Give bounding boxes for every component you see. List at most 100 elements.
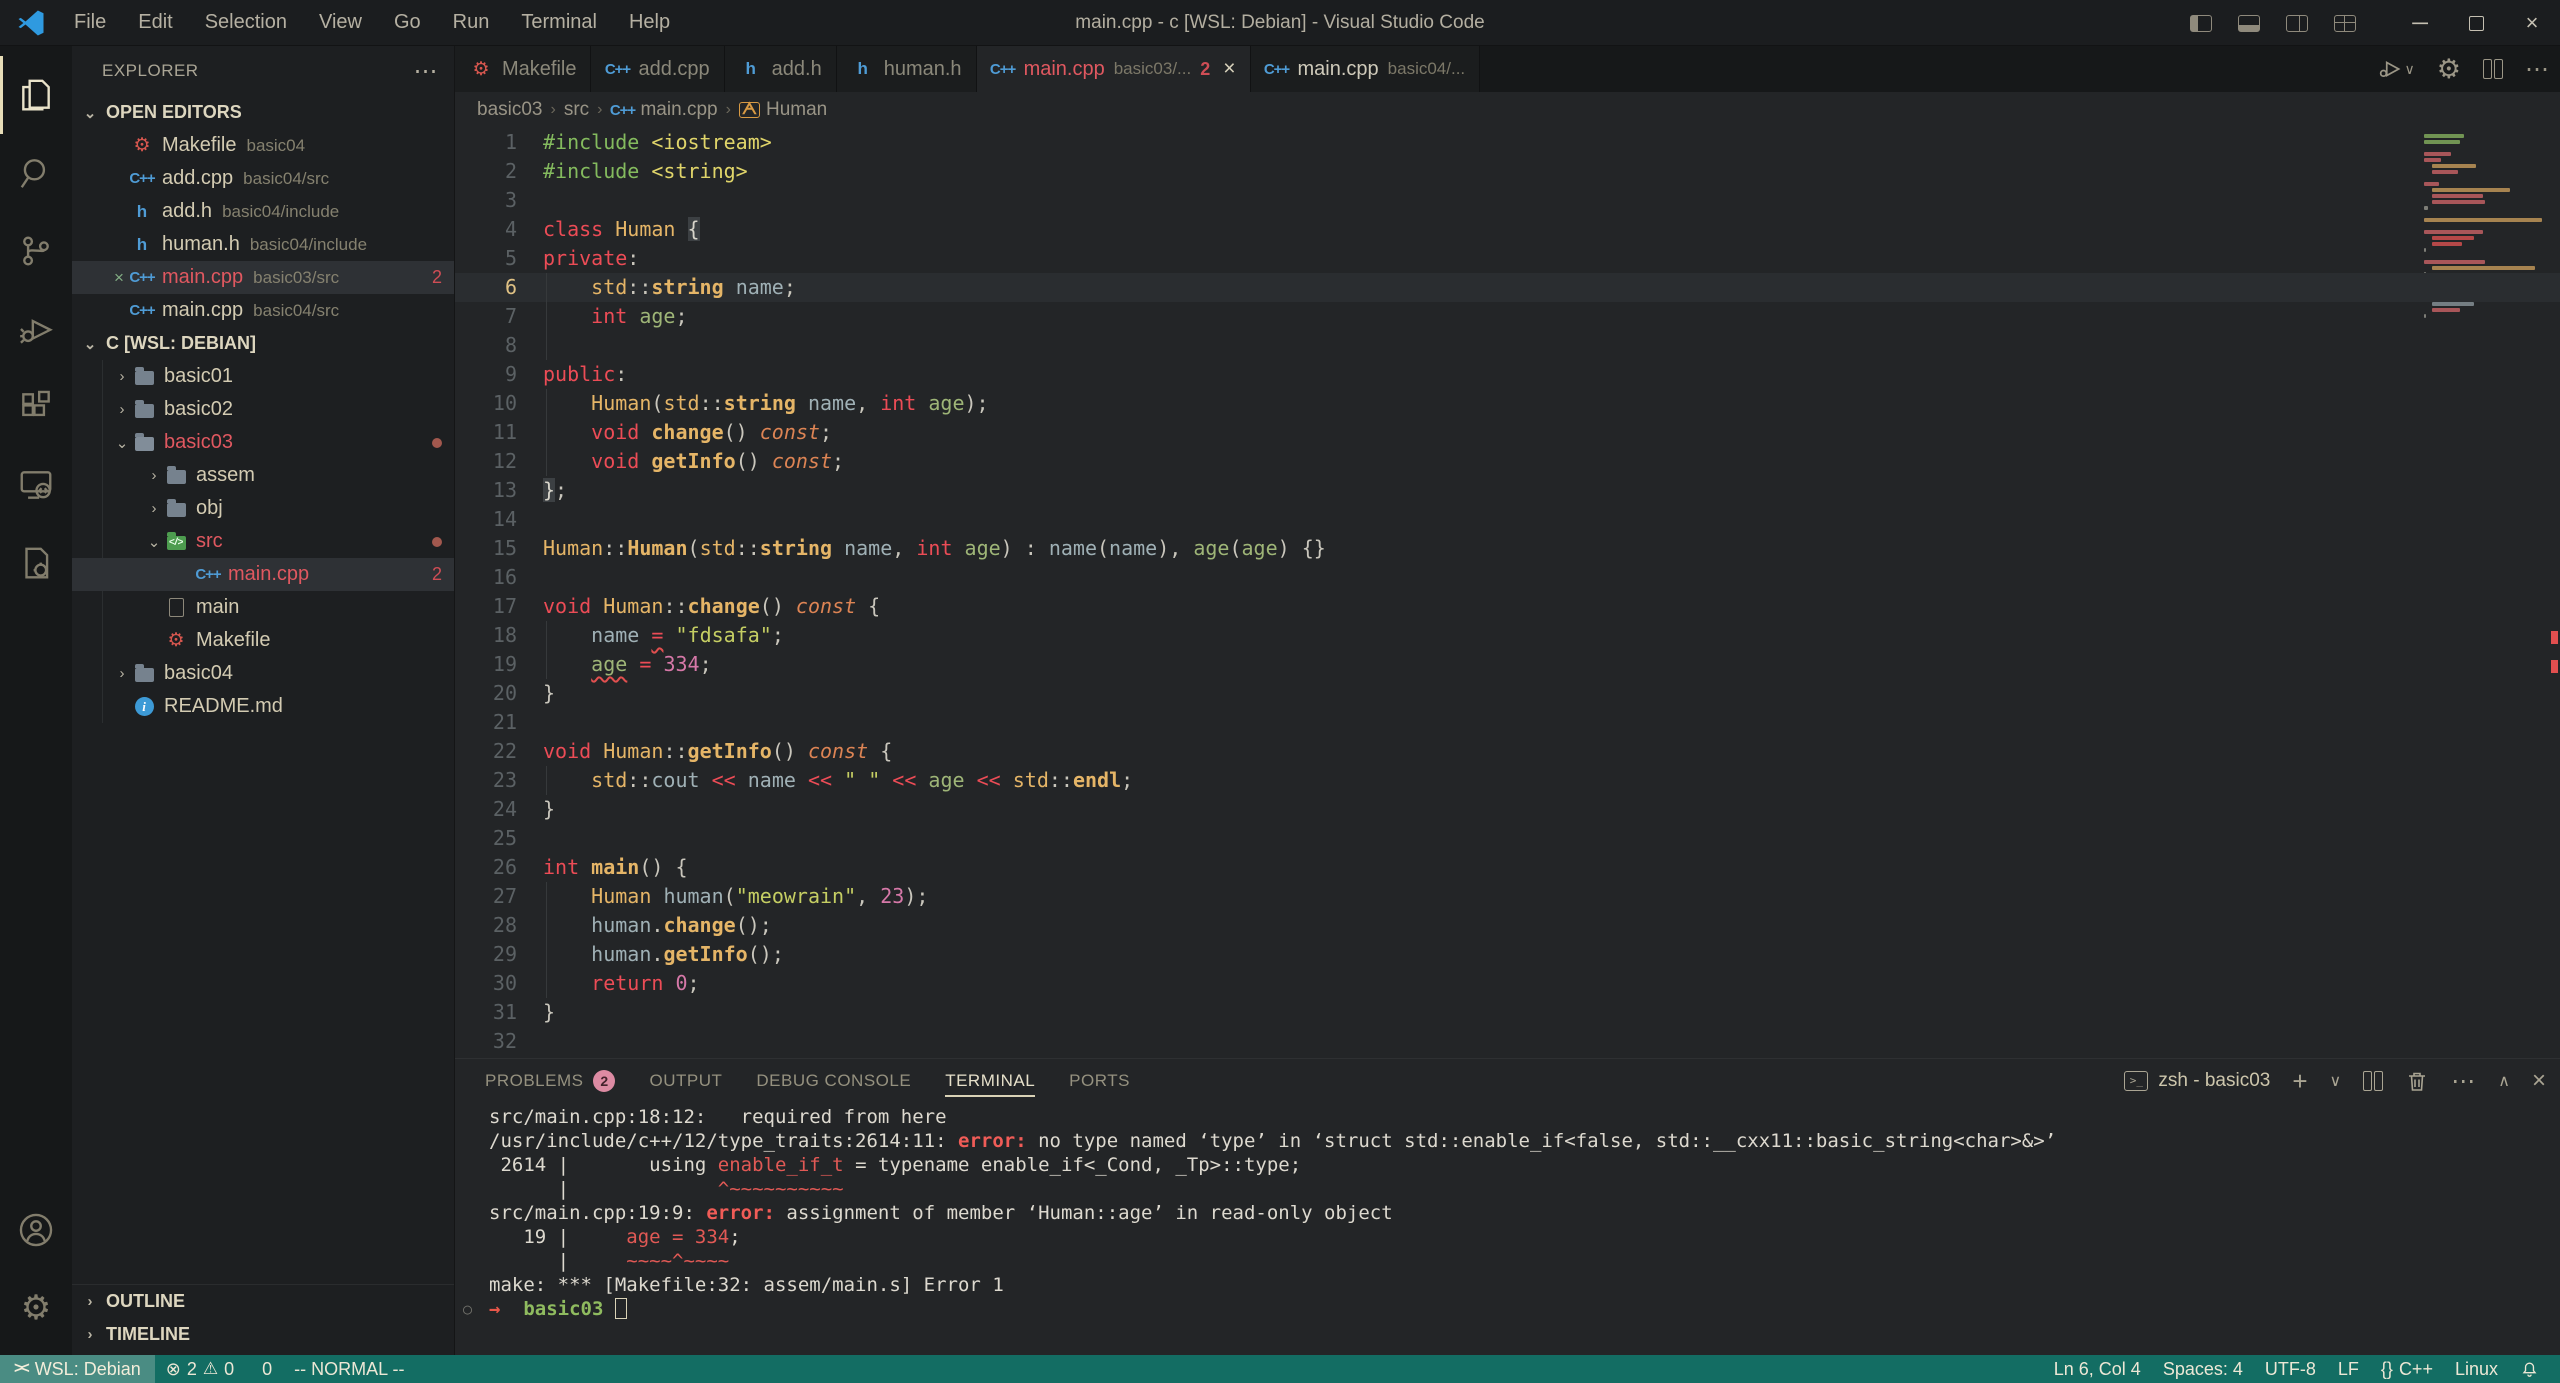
remote-explorer-icon[interactable] [0, 446, 72, 524]
code-line[interactable]: 29 human.getInfo(); [455, 940, 2560, 969]
editor-more-actions-icon[interactable]: ⋯ [2525, 55, 2550, 84]
menu-item-run[interactable]: Run [439, 5, 504, 40]
code-line[interactable]: 7 int age; [455, 302, 2560, 331]
indentation-status[interactable]: Spaces: 4 [2152, 1355, 2254, 1383]
problems-status[interactable]: ⊗ 2 ⚠ 0 [155, 1355, 245, 1383]
minimize-button[interactable]: ─ [2392, 0, 2448, 46]
toggle-panel-icon[interactable] [2238, 14, 2260, 32]
terminal-dropdown-chevron-icon[interactable]: ∨ [2330, 1071, 2342, 1091]
toggle-secondary-sidebar-icon[interactable] [2286, 14, 2308, 32]
menu-item-terminal[interactable]: Terminal [507, 5, 611, 40]
run-and-debug-icon[interactable] [0, 290, 72, 368]
makefile-tools-icon[interactable] [0, 524, 72, 602]
tree-item-Makefile[interactable]: ⚙ Makefile [72, 624, 454, 657]
open-editors-header[interactable]: ⌄ OPEN EDITORS [72, 96, 454, 129]
menu-item-selection[interactable]: Selection [191, 5, 301, 40]
explorer-more-icon[interactable]: ⋯ [414, 57, 439, 86]
close-panel-icon[interactable]: × [2532, 1067, 2546, 1095]
code-line[interactable]: 11 void change() const; [455, 418, 2560, 447]
menu-item-go[interactable]: Go [380, 5, 435, 40]
tree-item-basic03[interactable]: ⌄ basic03 [72, 426, 454, 459]
code-line[interactable]: 10 Human(std::string name, int age); [455, 389, 2560, 418]
new-terminal-icon[interactable]: + [2292, 1066, 2307, 1097]
notifications-bell-icon[interactable] [2509, 1355, 2550, 1383]
code-line[interactable]: 1 #include <iostream> [455, 128, 2560, 157]
code-line[interactable]: 31} [455, 998, 2560, 1027]
menu-item-file[interactable]: File [60, 5, 120, 40]
breadcrumb-item-main.cpp[interactable]: C++ main.cpp [610, 99, 718, 121]
breadcrumb-item-basic03[interactable]: basic03 [477, 99, 543, 121]
tree-item-main[interactable]: main [72, 591, 454, 624]
code-line[interactable]: 2 #include <string> [455, 157, 2560, 186]
menu-item-view[interactable]: View [305, 5, 376, 40]
explorer-icon[interactable] [0, 56, 72, 134]
code-line[interactable]: 17 void Human::change() const { [455, 592, 2560, 621]
panel-tab-output[interactable]: OUTPUT [649, 1059, 722, 1103]
terminal-output[interactable]: src/main.cpp:18:12: required from here/u… [455, 1103, 2560, 1355]
language-mode[interactable]: {} C++ [2370, 1355, 2444, 1383]
editor-tab-add.cpp[interactable]: C++ add.cpp [591, 46, 725, 92]
customize-layout-icon[interactable] [2334, 14, 2356, 32]
close-icon[interactable]: × [108, 268, 130, 288]
run-or-debug-button[interactable]: ∨ [2377, 56, 2415, 82]
code-line[interactable]: 30 return 0; [455, 969, 2560, 998]
timeline-header[interactable]: › TIMELINE [72, 1318, 454, 1351]
code-line[interactable]: 9 public: [455, 360, 2560, 389]
code-line[interactable]: 12 void getInfo() const; [455, 447, 2560, 476]
code-line[interactable]: 16 [455, 563, 2560, 592]
panel-tab-terminal[interactable]: TERMINAL [945, 1059, 1036, 1103]
breadcrumb-item-src[interactable]: src [564, 99, 589, 121]
tree-item-obj[interactable]: › obj [72, 492, 454, 525]
editor-tab-main.cpp[interactable]: C++ main.cpp basic04/... [1250, 46, 1481, 92]
maximize-panel-chevron-icon[interactable]: ∧ [2498, 1071, 2510, 1091]
editor-tab-add.h[interactable]: h add.h [724, 46, 837, 92]
tree-item-basic01[interactable]: › basic01 [72, 360, 454, 393]
configure-gear-icon[interactable]: ⚙ [2437, 55, 2461, 83]
encoding-status[interactable]: UTF-8 [2254, 1355, 2327, 1383]
editor-tab-human.h[interactable]: h human.h [836, 46, 977, 92]
tree-item-basic02[interactable]: › basic02 [72, 393, 454, 426]
settings-gear-icon[interactable]: ⚙ [0, 1269, 72, 1347]
os-indicator[interactable]: Linux [2444, 1355, 2509, 1383]
accounts-icon[interactable] [0, 1191, 72, 1269]
cursor-position[interactable]: Ln 6, Col 4 [2043, 1355, 2152, 1383]
open-editor-human.h[interactable]: h human.h basic04/include [72, 228, 454, 261]
code-line[interactable]: 13}; [455, 476, 2560, 505]
split-editor-icon[interactable] [2483, 59, 2503, 79]
close-icon[interactable]: × [1223, 57, 1235, 81]
editor-tab-Makefile[interactable]: ⚙ Makefile [455, 46, 592, 92]
open-editor-add.h[interactable]: h add.h basic04/include [72, 195, 454, 228]
code-line[interactable]: 24} [455, 795, 2560, 824]
terminal-instance-chip[interactable]: >_ zsh - basic03 [2124, 1070, 2270, 1092]
menu-item-edit[interactable]: Edit [124, 5, 186, 40]
open-editor-add.cpp[interactable]: C++ add.cpp basic04/src [72, 162, 454, 195]
run-dropdown-chevron-icon[interactable]: ∨ [2405, 61, 2415, 78]
code-line[interactable]: 27 Human human("meowrain", 23); [455, 882, 2560, 911]
search-icon[interactable] [0, 134, 72, 212]
code-line[interactable]: 4 class Human { [455, 215, 2560, 244]
restore-button[interactable] [2448, 0, 2504, 46]
open-editor-main.cpp[interactable]: C++ main.cpp basic04/src [72, 294, 454, 327]
tree-item-src[interactable]: ⌄ src [72, 525, 454, 558]
tree-item-basic04[interactable]: › basic04 [72, 657, 454, 690]
code-line[interactable]: 19 age = 334; [455, 650, 2560, 679]
panel-tab-problems[interactable]: PROBLEMS 2 [485, 1059, 616, 1103]
menu-item-help[interactable]: Help [615, 5, 684, 40]
ports-status[interactable]: 0 [245, 1355, 283, 1383]
panel-tab-ports[interactable]: PORTS [1069, 1059, 1130, 1103]
code-line[interactable]: 5 private: [455, 244, 2560, 273]
toggle-sidebar-icon[interactable] [2190, 14, 2212, 32]
vim-mode-indicator[interactable]: -- NORMAL -- [283, 1355, 415, 1383]
close-button[interactable]: × [2504, 0, 2560, 46]
code-line[interactable]: 21 [455, 708, 2560, 737]
open-editor-main.cpp[interactable]: × C++ main.cpp basic03/src 2 [72, 261, 454, 294]
code-line[interactable]: 14 [455, 505, 2560, 534]
code-line[interactable]: 15 Human::Human(std::string name, int age… [455, 534, 2560, 563]
eol-status[interactable]: LF [2327, 1355, 2370, 1383]
remote-indicator[interactable]: >< WSL: Debian [0, 1355, 155, 1383]
code-line[interactable]: 25 [455, 824, 2560, 853]
code-line[interactable]: 28 human.change(); [455, 911, 2560, 940]
open-editor-Makefile[interactable]: ⚙ Makefile basic04 [72, 129, 454, 162]
breadcrumb-item-Human[interactable]: ᗅ Human [738, 99, 827, 121]
code-line[interactable]: 22 void Human::getInfo() const { [455, 737, 2560, 766]
